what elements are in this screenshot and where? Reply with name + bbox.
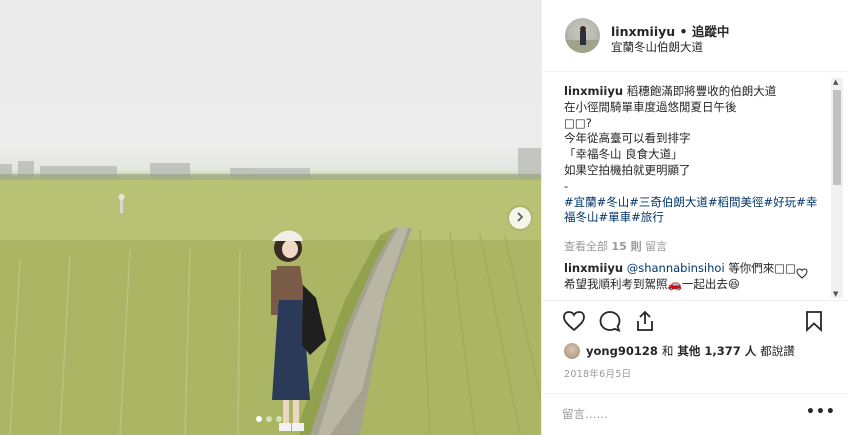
view-all-suffix: 留言 xyxy=(645,240,668,253)
comment-item: linxmiiyu @shannabinsihoi 等你們來□□希望我順利考到駕… xyxy=(564,261,804,292)
caption-line: □□? xyxy=(564,115,592,130)
comment-input[interactable] xyxy=(562,404,802,424)
likes-summary: yong90128 和 其他 1,377 人 都說讚 xyxy=(564,340,799,362)
post-actions xyxy=(542,300,847,340)
comment-like-heart-icon[interactable] xyxy=(796,268,808,282)
likes-and: 和 xyxy=(661,344,674,358)
comments-scrollbar[interactable]: ▲ ▼ xyxy=(831,78,843,298)
scroll-down-arrow-icon[interactable]: ▼ xyxy=(833,290,838,298)
post-details-panel: linxmiiyu • 追蹤中 宜蘭冬山伯朗大道 linxmiiyu 稻穗飽滿即… xyxy=(541,0,850,435)
caption-line: 「幸福冬山 良食大道」 xyxy=(564,147,683,162)
username-header[interactable]: linxmiiyu • 追蹤中 xyxy=(611,21,729,40)
more-options-button[interactable]: ••• xyxy=(806,404,836,420)
post-caption: linxmiiyu 稻穗飽滿即將豐收的伯朗大道 在小徑間騎單車度過悠閒夏日午後 … xyxy=(564,84,826,226)
view-all-prefix: 查看全部 xyxy=(564,240,608,253)
chevron-right-icon xyxy=(515,211,525,225)
carousel-indicator xyxy=(256,416,282,422)
comment-count: 15 則 xyxy=(611,240,642,253)
comments-section: linxmiiyu 稻穗飽滿即將豐收的伯朗大道 在小徑間騎單車度過悠閒夏日午後 … xyxy=(542,72,847,300)
rice-field-scene xyxy=(0,148,541,435)
next-image-button[interactable] xyxy=(509,207,531,229)
liker-username[interactable]: yong90128 xyxy=(586,344,658,358)
username-link[interactable]: linxmiiyu xyxy=(611,24,675,39)
bookmark-icon[interactable] xyxy=(804,310,824,335)
add-comment-bar: ••• xyxy=(542,393,847,435)
carousel-dot xyxy=(276,416,282,422)
comment-icon[interactable] xyxy=(598,310,622,335)
post-date[interactable]: 2018年6月5日 xyxy=(564,366,631,380)
scrollbar-thumb[interactable] xyxy=(833,90,841,185)
caption-line: 今年從高臺可以看到排字 xyxy=(564,131,691,146)
share-icon[interactable] xyxy=(634,310,656,335)
post-photo xyxy=(0,0,541,435)
post-header: linxmiiyu • 追蹤中 宜蘭冬山伯朗大道 xyxy=(542,0,847,72)
likes-others-link[interactable]: 其他 1,377 人 xyxy=(677,343,756,359)
likes-suffix: 都說讚 xyxy=(760,344,795,358)
view-all-comments-link[interactable]: 查看全部 15 則 留言 xyxy=(564,238,667,254)
caption-hashtags[interactable]: #宜蘭#冬山#三奇伯朗大道#稻間美徑#好玩#幸福冬山#單車#旅行 xyxy=(564,195,826,227)
heart-icon[interactable] xyxy=(562,310,586,335)
caption-line: 在小徑間騎單車度過悠閒夏日午後 xyxy=(564,99,737,114)
following-status[interactable]: • 追蹤中 xyxy=(680,24,730,39)
caption-line: - xyxy=(564,178,569,193)
carousel-dot xyxy=(266,416,272,422)
avatar[interactable] xyxy=(565,18,600,53)
scroll-up-arrow-icon[interactable]: ▲ xyxy=(833,78,838,86)
comment-mention[interactable]: @shannabinsihoi xyxy=(627,261,725,275)
location-link[interactable]: 宜蘭冬山伯朗大道 xyxy=(611,39,703,55)
caption-username[interactable]: linxmiiyu xyxy=(564,84,623,98)
comment-username[interactable]: linxmiiyu xyxy=(564,261,623,275)
liker-avatar[interactable] xyxy=(564,343,580,359)
carousel-dot xyxy=(256,416,262,422)
caption-line: 如果空拍機拍就更明顯了 xyxy=(564,162,691,177)
caption-line: 稻穗飽滿即將豐收的伯朗大道 xyxy=(626,84,777,98)
